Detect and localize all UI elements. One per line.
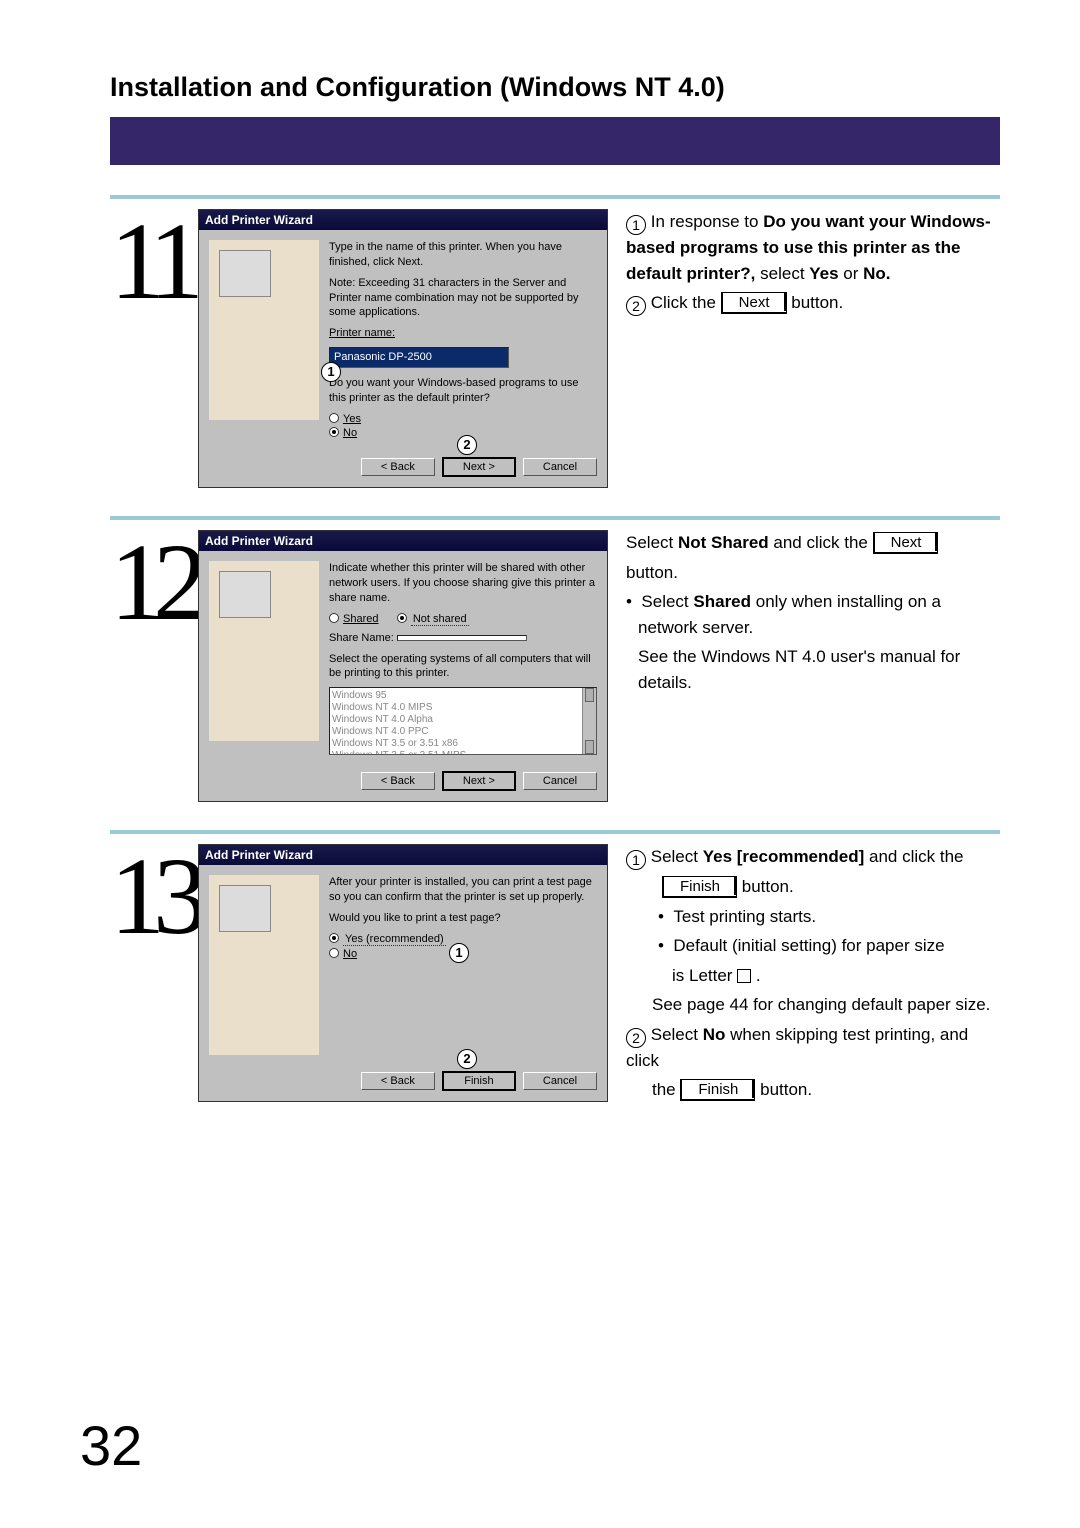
os-listbox[interactable]: Windows 95 Windows NT 4.0 MIPS Windows N… xyxy=(329,687,597,755)
next-button-ref: Next xyxy=(721,292,787,314)
next-button[interactable]: Next > xyxy=(442,771,516,791)
wizard-graphic xyxy=(209,875,319,1055)
dialog-13: Add Printer Wizard After your printer is… xyxy=(198,844,608,1102)
radio-shared[interactable]: Shared xyxy=(329,613,378,625)
instruction: 1 In response to Do you want your Window… xyxy=(626,209,1000,286)
instruction: button. xyxy=(626,560,1000,586)
instruction: See the Windows NT 4.0 user's manual for… xyxy=(626,644,1000,695)
instruction: 2 Click the Next button. xyxy=(626,290,1000,316)
callout-1: 1 xyxy=(321,362,341,382)
dlg-question: Do you want your Windows-based programs … xyxy=(329,376,597,406)
dialog-title: Add Printer Wizard xyxy=(199,531,607,551)
instruction: 1 Select Yes [recommended] and click the xyxy=(626,844,1000,870)
bullet: • Default (initial setting) for paper si… xyxy=(626,933,1000,959)
radio-yes[interactable]: Yes xyxy=(329,412,597,427)
instruction: See page 44 for changing default paper s… xyxy=(626,992,1000,1018)
step-number: 11 xyxy=(110,209,198,488)
instruction: 2 Select No when skipping test printing,… xyxy=(626,1022,1000,1074)
checkbox-icon xyxy=(737,969,751,983)
printer-name-input[interactable]: Panasonic DP-2500 xyxy=(329,347,509,368)
instruction: Select Not Shared and click the Next xyxy=(626,530,1000,556)
dlg-text: Indicate whether this printer will be sh… xyxy=(329,561,597,606)
wizard-graphic xyxy=(209,240,319,420)
step-11: 11 Add Printer Wizard Type in the name o… xyxy=(110,195,1000,488)
dlg-text: After your printer is installed, you can… xyxy=(329,875,597,905)
step-number: 12 xyxy=(110,530,198,802)
dialog-12: Add Printer Wizard Indicate whether this… xyxy=(198,530,608,802)
instruction: the Finish button. xyxy=(626,1077,1000,1103)
wizard-graphic xyxy=(209,561,319,741)
finish-button-ref: Finish xyxy=(680,1079,755,1101)
dlg-text: Type in the name of this printer. When y… xyxy=(329,240,597,270)
dlg-text: Would you like to print a test page? xyxy=(329,911,597,926)
section-bar xyxy=(110,117,1000,165)
next-button-ref: Next xyxy=(873,532,939,554)
dlg-text: Note: Exceeding 31 characters in the Ser… xyxy=(329,276,597,321)
label-printer-name: Printer name: xyxy=(329,326,597,341)
step-number: 13 xyxy=(110,844,198,1107)
finish-button-ref: Finish xyxy=(662,876,737,898)
next-button[interactable]: Next > xyxy=(442,457,516,477)
cancel-button[interactable]: Cancel xyxy=(523,1072,597,1090)
cancel-button[interactable]: Cancel xyxy=(523,772,597,790)
back-button[interactable]: < Back xyxy=(361,458,435,476)
instruction: Finish button. xyxy=(626,874,1000,900)
dialog-11: Add Printer Wizard Type in the name of t… xyxy=(198,209,608,488)
dialog-title: Add Printer Wizard xyxy=(199,845,607,865)
share-name-input[interactable] xyxy=(397,635,527,641)
page-number: 32 xyxy=(80,1413,142,1478)
step-13: 13 Add Printer Wizard After your printer… xyxy=(110,830,1000,1107)
back-button[interactable]: < Back xyxy=(361,1072,435,1090)
dialog-title: Add Printer Wizard xyxy=(199,210,607,230)
back-button[interactable]: < Back xyxy=(361,772,435,790)
label-share-name: Share Name: xyxy=(329,632,394,644)
cancel-button[interactable]: Cancel xyxy=(523,458,597,476)
finish-button[interactable]: Finish xyxy=(442,1071,516,1091)
step-12: 12 Add Printer Wizard Indicate whether t… xyxy=(110,516,1000,802)
dlg-text: Select the operating systems of all comp… xyxy=(329,652,597,682)
radio-not-shared[interactable]: Not shared xyxy=(397,613,469,625)
instruction: is Letter . xyxy=(626,963,1000,989)
bullet: • Test printing starts. xyxy=(626,904,1000,930)
page-title: Installation and Configuration (Windows … xyxy=(110,72,1000,103)
bullet: • Select Shared only when installing on … xyxy=(626,589,1000,640)
